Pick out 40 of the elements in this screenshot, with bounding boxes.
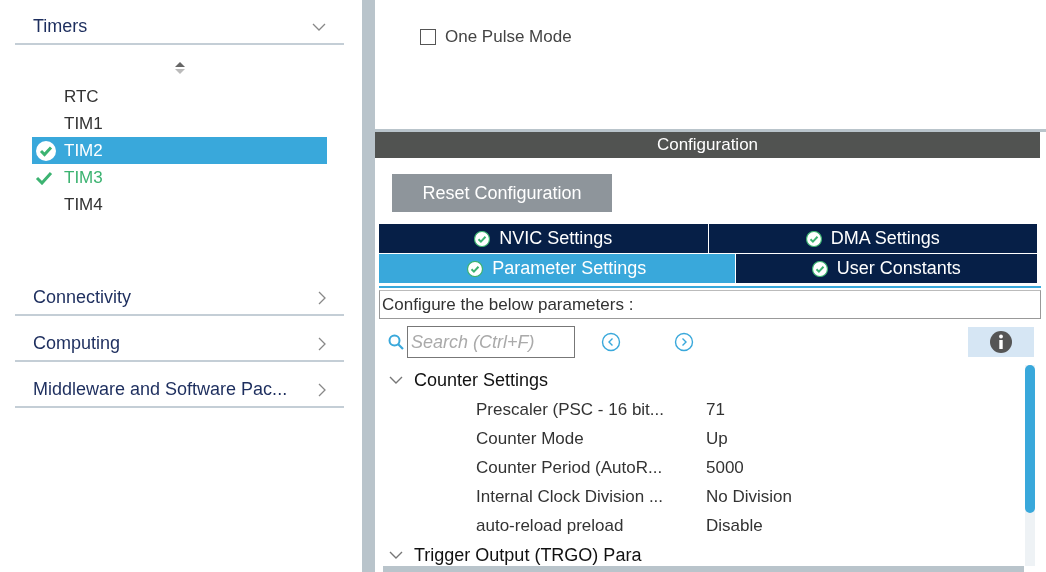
group-label: Trigger Output (TRGO) Para	[414, 544, 642, 566]
category-header[interactable]: Computing	[15, 327, 344, 362]
hint-text: Configure the below parameters :	[379, 290, 1041, 319]
category-header[interactable]: Connectivity	[15, 281, 344, 316]
chevron-down-icon	[312, 22, 326, 31]
parameter-value[interactable]: No Division	[706, 486, 792, 507]
parameter-value[interactable]: Up	[706, 428, 728, 449]
settings-tab[interactable]: NVIC Settings	[379, 224, 708, 253]
settings-tab[interactable]: DMA Settings	[708, 224, 1037, 253]
parameter-name: auto-reload preload	[476, 515, 625, 536]
timer-item[interactable]: TIM4	[32, 191, 327, 218]
category-header[interactable]: Middleware and Software Pac...	[15, 373, 344, 408]
previous-icon[interactable]	[601, 332, 621, 352]
parameter-name: Internal Clock Division ...	[476, 486, 665, 507]
info-icon	[989, 330, 1013, 354]
chevron-right-icon	[318, 290, 326, 305]
option-checkbox[interactable]: One Pulse Mode	[420, 26, 1046, 48]
parameter-value[interactable]: Disable	[706, 515, 763, 536]
parameter-name: Counter Mode	[476, 428, 585, 449]
horizontal-scrollbar[interactable]	[383, 566, 1024, 572]
parameter-name: Counter Period (AutoR...	[476, 457, 664, 478]
chevron-down-icon[interactable]	[388, 375, 404, 385]
chevron-down-icon[interactable]	[388, 550, 404, 560]
info-button[interactable]	[968, 327, 1034, 357]
sort-icon[interactable]	[173, 61, 186, 75]
parameter-value[interactable]: 71	[706, 399, 725, 420]
parameter-name: Prescaler (PSC - 16 bit...	[476, 399, 665, 420]
chevron-right-icon	[318, 382, 326, 397]
group-label: Counter Settings	[414, 369, 549, 391]
next-icon[interactable]	[674, 332, 694, 352]
search-field[interactable]: Search (Ctrl+F)	[407, 326, 575, 358]
timer-item[interactable]: TIM1	[32, 110, 327, 137]
scrollbar-thumb[interactable]	[1025, 365, 1035, 513]
category-header[interactable]: Timers	[15, 10, 344, 45]
settings-tab[interactable]: User Constants	[735, 254, 1037, 283]
parameter-value[interactable]: 5000	[706, 457, 744, 478]
timer-item[interactable]: RTC	[32, 83, 327, 110]
section-title: Configuration	[375, 132, 1040, 158]
chevron-right-icon	[318, 336, 326, 351]
search-icon	[388, 334, 404, 350]
